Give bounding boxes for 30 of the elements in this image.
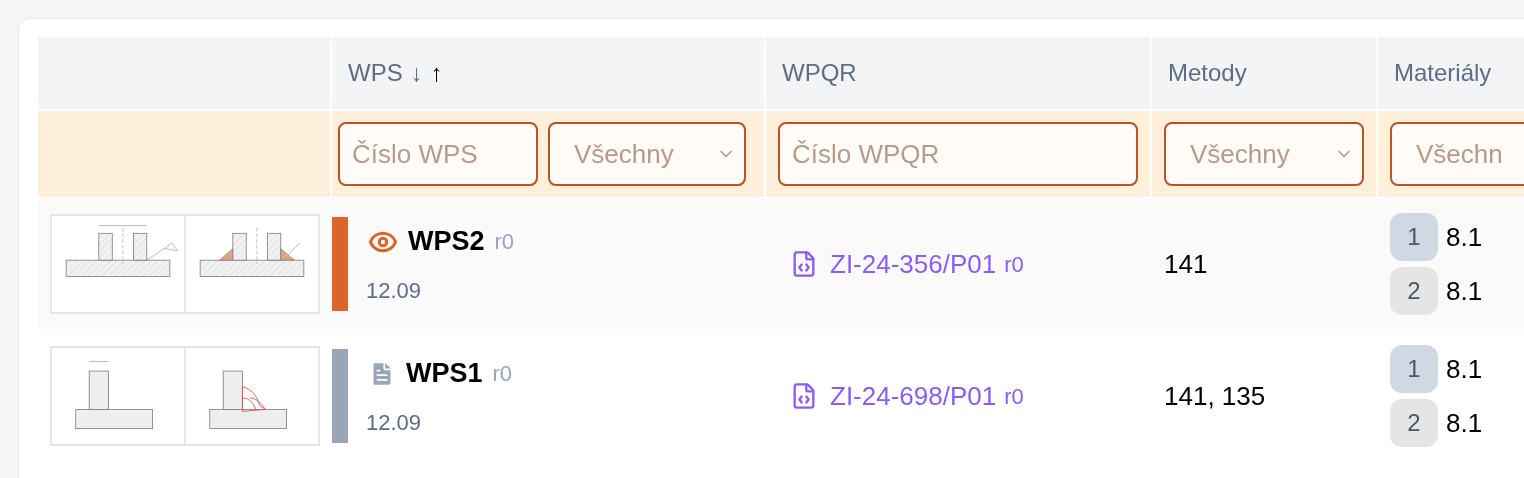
filter-field[interactable]: Číslo WPQR bbox=[778, 122, 1138, 186]
date-label: 12.09 bbox=[366, 408, 423, 437]
wpqr-link[interactable]: ZI-24-698/P01 bbox=[830, 376, 997, 416]
filter-field[interactable]: Číslo WPS bbox=[338, 122, 538, 186]
sort-ascending-arrow[interactable]: ↑ bbox=[430, 55, 443, 91]
sort-descending-arrow[interactable]: ↓ bbox=[410, 55, 423, 91]
material-group: 8.1 bbox=[1446, 217, 1483, 257]
methods-text: 141, 135 bbox=[1164, 379, 1266, 413]
revision-label: r0 bbox=[1004, 250, 1024, 279]
revision-label: r0 bbox=[492, 360, 513, 388]
material-group: 8.1 bbox=[1446, 403, 1483, 443]
material-group: 8.1 bbox=[1446, 271, 1483, 311]
wpqr-link[interactable]: ZI-24-356/P01 bbox=[830, 244, 997, 284]
methods-text: 141 bbox=[1164, 247, 1208, 281]
table-row[interactable]: WPS2 r0 12.09 ZI-24-356/P01 r0 141 1 8.1 2 8.1 bbox=[38, 199, 1524, 329]
revision-label: r0 bbox=[494, 228, 515, 256]
index-badge: 2 bbox=[1390, 399, 1438, 447]
index-badge: 1 bbox=[1390, 345, 1438, 393]
revision-label: r0 bbox=[1004, 382, 1024, 411]
wps-name[interactable]: WPS1 bbox=[406, 353, 483, 394]
date-label: 12.09 bbox=[366, 276, 423, 305]
column-header[interactable]: WPS ↓ ↑ bbox=[332, 37, 764, 109]
column-header: Materiály bbox=[1378, 37, 1524, 109]
column-label: WPS bbox=[348, 58, 403, 88]
material-group: 8.1 bbox=[1446, 349, 1483, 389]
column-header: WPQR bbox=[766, 37, 1150, 109]
wps-name[interactable]: WPS2 bbox=[408, 221, 485, 262]
index-badge: 1 bbox=[1390, 213, 1438, 261]
column-header: Metody bbox=[1152, 37, 1376, 109]
index-badge: 2 bbox=[1390, 267, 1438, 315]
